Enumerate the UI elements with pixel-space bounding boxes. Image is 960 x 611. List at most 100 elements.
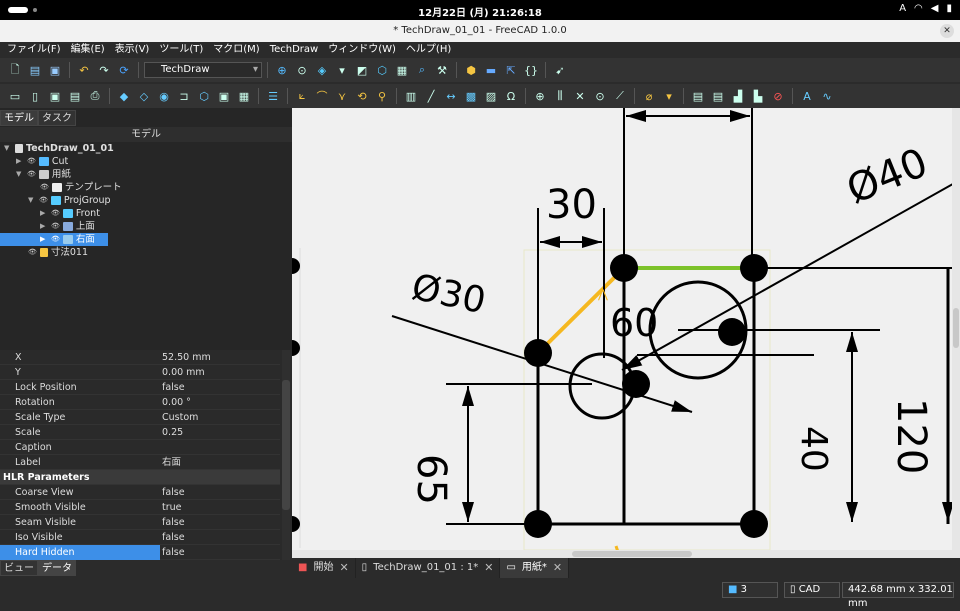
visibility-eye-icon[interactable]: 👁: [27, 168, 36, 181]
system-clock[interactable]: 12月22日 (月) 21:26:18: [0, 4, 960, 19]
table-icon[interactable]: ▥: [402, 87, 420, 105]
property-value[interactable]: 右面: [162, 455, 181, 470]
dimension-tool-icon[interactable]: ⚒: [433, 61, 451, 79]
menu-file[interactable]: ファイル(F): [7, 42, 61, 58]
insert-page-icon[interactable]: ▭: [6, 87, 24, 105]
volume-icon[interactable]: ◀: [931, 3, 939, 14]
vertex-dot[interactable]: [740, 254, 768, 282]
balloon-icon[interactable]: ⟲: [353, 87, 371, 105]
drawing-canvas[interactable]: 30 Ø30 60 Ø40 65 40 120 ⋀: [292, 108, 960, 558]
property-value[interactable]: 0.25: [162, 425, 183, 440]
symbol-icon[interactable]: ▦: [235, 87, 253, 105]
clip-group-icon[interactable]: ▣: [215, 87, 233, 105]
doc-tab-start[interactable]: ■ 開始 ✕: [292, 558, 356, 578]
redo-icon[interactable]: ↷: [95, 61, 113, 79]
property-value[interactable]: true: [162, 500, 182, 515]
line-tool-icon[interactable]: ╱: [422, 87, 440, 105]
dimension-readout[interactable]: 442.68 mm x 332.01 mm: [842, 582, 954, 609]
part-icon[interactable]: ⬢: [462, 61, 480, 79]
undo-icon[interactable]: ↶: [75, 61, 93, 79]
close-window-button[interactable]: ✕: [940, 24, 954, 38]
property-row[interactable]: Caption: [0, 440, 280, 455]
view-cube-icon[interactable]: ◈: [313, 61, 331, 79]
vertex-dot[interactable]: [292, 258, 300, 274]
dimension-label-40[interactable]: 40: [793, 426, 834, 472]
weld-icon[interactable]: ⋎: [333, 87, 351, 105]
property-row[interactable]: Smooth Visible true: [0, 500, 280, 515]
tree-item-projgroup[interactable]: ▼ 👁 ProjGroup: [28, 194, 111, 207]
centerline-icon[interactable]: ⫼: [551, 87, 569, 105]
scrollbar-thumb[interactable]: [282, 380, 290, 510]
visibility-eye-icon[interactable]: 👁: [28, 246, 37, 259]
redraw-page-icon[interactable]: ▣: [46, 87, 64, 105]
geom-hatch-icon[interactable]: ▨: [482, 87, 500, 105]
menu-view[interactable]: 表示(V): [115, 42, 150, 58]
power-icon[interactable]: ▮: [946, 3, 952, 14]
property-row[interactable]: Coarse View false: [0, 485, 280, 500]
zoom-icon[interactable]: ⊙: [293, 61, 311, 79]
leader-icon[interactable]: ⌒: [313, 87, 331, 105]
toggle-frames-icon[interactable]: ⊘: [769, 87, 787, 105]
vertex-dot[interactable]: [740, 510, 768, 538]
property-row[interactable]: Iso Visible false: [0, 530, 280, 545]
property-row[interactable]: Scale Type Custom: [0, 410, 280, 425]
tree-item-page[interactable]: ▼ 👁 用紙: [16, 168, 71, 181]
export-icon[interactable]: ▤: [66, 87, 84, 105]
omega-symbol-icon[interactable]: Ω: [502, 87, 520, 105]
property-row[interactable]: Rotation 0.00 °: [0, 395, 280, 410]
open-file-icon[interactable]: ▤: [26, 61, 44, 79]
property-value[interactable]: 0.00 mm: [162, 365, 205, 380]
menu-help[interactable]: ヘルプ(H): [406, 42, 451, 58]
dimension-label-dia30[interactable]: Ø30: [408, 267, 489, 323]
vertex-dot[interactable]: [292, 516, 300, 532]
property-row-selected[interactable]: Hard Hidden false: [0, 545, 280, 560]
tab-data[interactable]: データ: [38, 560, 76, 576]
doc-tab-3d[interactable]: ▯ TechDraw_01_01 : 1* ✕: [356, 558, 501, 578]
new-file-icon[interactable]: 🗋: [6, 61, 24, 79]
property-value[interactable]: Custom: [162, 410, 198, 425]
dimension-label-60[interactable]: 60: [610, 301, 658, 345]
property-row[interactable]: Seam Visible false: [0, 515, 280, 530]
doc-tab-page[interactable]: ▭ 用紙* ✕: [500, 558, 570, 578]
print-icon[interactable]: ⎙: [86, 87, 104, 105]
insert-view-icon[interactable]: ◆: [115, 87, 133, 105]
detail-view-icon[interactable]: ⬡: [195, 87, 213, 105]
dimension-menu-icon[interactable]: ▾: [660, 87, 678, 105]
export-dxf-icon[interactable]: ▤: [709, 87, 727, 105]
property-value[interactable]: false: [162, 485, 185, 500]
close-tab-icon[interactable]: ✕: [339, 558, 348, 578]
standard-views-icon[interactable]: ▦: [393, 61, 411, 79]
property-group-header[interactable]: HLR Parameters: [0, 470, 280, 485]
property-value[interactable]: false: [162, 515, 185, 530]
whats-this-icon[interactable]: ➹: [551, 61, 569, 79]
tab-tasks[interactable]: タスク: [38, 110, 76, 126]
tab-view[interactable]: ビュー: [0, 560, 38, 576]
measure-icon[interactable]: ◩: [353, 61, 371, 79]
dimension-label-120[interactable]: 120: [888, 398, 934, 474]
menu-macro[interactable]: マクロ(M): [213, 42, 259, 58]
techdraw-page-svg[interactable]: 30 Ø30 60 Ø40 65 40 120 ⋀: [292, 108, 960, 558]
visibility-eye-icon[interactable]: 👁: [39, 194, 48, 207]
zoom-box-icon[interactable]: ⌕: [413, 61, 431, 79]
property-row[interactable]: Lock Position false: [0, 380, 280, 395]
system-tray[interactable]: A ◠ ◀ ▮: [899, 3, 952, 14]
save-icon[interactable]: ▣: [46, 61, 64, 79]
property-row[interactable]: Scale 0.25: [0, 425, 280, 440]
navigation-style-selector[interactable]: ▯ CAD: [784, 582, 840, 598]
tree-item-dimension[interactable]: 👁 寸法011: [28, 246, 88, 259]
dimension-label-30[interactable]: 30: [546, 182, 597, 228]
workbench-selector[interactable]: TechDraw: [144, 62, 262, 78]
menu-techdraw[interactable]: TechDraw: [270, 42, 319, 58]
tree-item-front[interactable]: ▶ 👁 Front: [40, 207, 100, 220]
tree-item-top[interactable]: ▶ 👁 上面: [40, 220, 95, 233]
folder-icon[interactable]: ▬: [482, 61, 500, 79]
align-icon[interactable]: ☰: [264, 87, 282, 105]
draw-style-icon[interactable]: ⬡: [373, 61, 391, 79]
visibility-eye-icon[interactable]: 👁: [51, 207, 60, 220]
link-icon[interactable]: ⇱: [502, 61, 520, 79]
property-row[interactable]: Y 0.00 mm: [0, 365, 280, 380]
tool-icon[interactable]: ⚲: [373, 87, 391, 105]
close-tab-icon[interactable]: ✕: [553, 558, 562, 578]
midpoint-icon[interactable]: ⊙: [591, 87, 609, 105]
page-selector[interactable]: ■ 3: [722, 582, 778, 598]
